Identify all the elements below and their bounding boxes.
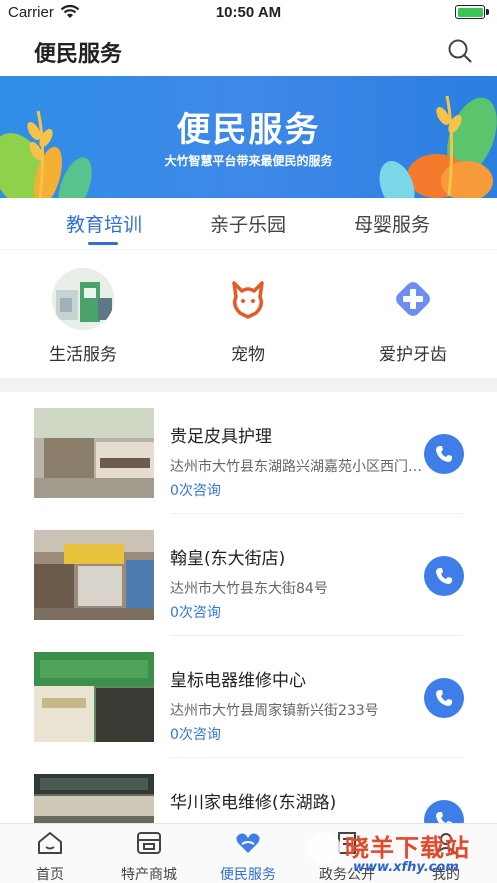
merchant-photo (34, 652, 154, 742)
merchant-address: 达州市大竹县周家镇新兴街233号 (170, 703, 379, 719)
consult-count: 0次咨询 (170, 727, 221, 743)
medical-cross-icon (382, 268, 444, 330)
merchant-name: 贵足皮具护理 (170, 427, 272, 447)
search-icon[interactable] (447, 38, 473, 64)
call-button[interactable] (424, 434, 464, 474)
tab-maternal[interactable]: 母婴服务 (322, 210, 462, 237)
heart-hands-icon (236, 833, 260, 853)
merchant-name: 皇标电器维修中心 (170, 671, 306, 691)
watermark-logo (307, 832, 341, 864)
merchant-name: 翰皇(东大街店) (170, 549, 286, 569)
tab-education[interactable]: 教育培训 (34, 210, 174, 237)
list-item[interactable]: 贵足皮具护理 达州市大竹县东湖路兴湖嘉苑小区西门第二个门市 0次咨询 (0, 392, 497, 514)
tab-indicator (88, 242, 118, 245)
watermark: 晓羊下载站 www.xfhy.com (293, 826, 493, 882)
list-item[interactable]: 皇标电器维修中心 达州市大竹县周家镇新兴街233号 0次咨询 (0, 636, 497, 758)
section-divider (0, 378, 497, 392)
service-pet[interactable]: 宠物 (178, 268, 318, 365)
banner-title: 便民服务 (176, 110, 321, 150)
phone-icon (436, 568, 452, 584)
home-icon (38, 832, 62, 854)
call-button[interactable] (424, 678, 464, 718)
tabbar-label: 便民服务 (220, 867, 276, 883)
merchant-name: 华川家电维修(东湖路) (170, 793, 337, 813)
tabbar-label: 特产商城 (121, 867, 177, 883)
banner-subtitle: 大竹智慧平台带来最便民的服务 (164, 154, 333, 168)
service-label: 爱护牙齿 (379, 345, 447, 365)
tab-parent-child[interactable]: 亲子乐园 (178, 210, 318, 237)
consult-count: 0次咨询 (170, 605, 221, 621)
tabbar-shop[interactable]: 特产商城 (99, 830, 199, 883)
tabbar-service[interactable]: 便民服务 (198, 830, 298, 883)
merchant-address: 达州市大竹县东大街84号 (170, 581, 328, 597)
merchant-photo (34, 408, 154, 498)
merchant-photo (34, 530, 154, 620)
store-photo-icon (52, 268, 114, 330)
pet-icon (217, 268, 279, 330)
tabbar-label: 首页 (36, 867, 64, 883)
status-bar: Carrier 10:50 AM (0, 0, 497, 26)
banner[interactable]: 便民服务 大竹智慧平台带来最便民的服务 (0, 76, 497, 198)
nav-bar: 便民服务 (0, 26, 497, 76)
service-label: 宠物 (231, 345, 265, 365)
phone-icon (436, 690, 452, 706)
battery-icon (455, 5, 489, 19)
shop-icon (137, 832, 161, 854)
service-life[interactable]: 生活服务 (13, 268, 153, 365)
consult-count: 0次咨询 (170, 483, 221, 499)
watermark-url: www.xfhy.com (353, 860, 459, 875)
tabbar-home[interactable]: 首页 (0, 830, 100, 883)
service-dental[interactable]: 爱护牙齿 (343, 268, 483, 365)
category-tabs: 教育培训 亲子乐园 母婴服务 (0, 198, 497, 250)
call-button[interactable] (424, 556, 464, 596)
page-title: 便民服务 (34, 42, 123, 67)
watermark-text: 晓羊下载站 (345, 834, 470, 862)
phone-icon (436, 446, 452, 462)
merchant-address: 达州市大竹县东湖路兴湖嘉苑小区西门第二个门市 (170, 459, 422, 475)
list-item[interactable]: 翰皇(东大街店) 达州市大竹县东大街84号 0次咨询 (0, 514, 497, 636)
clock: 10:50 AM (215, 4, 282, 21)
service-label: 生活服务 (49, 345, 117, 365)
service-grid: 生活服务 宠物 爱护牙齿 (0, 250, 497, 378)
